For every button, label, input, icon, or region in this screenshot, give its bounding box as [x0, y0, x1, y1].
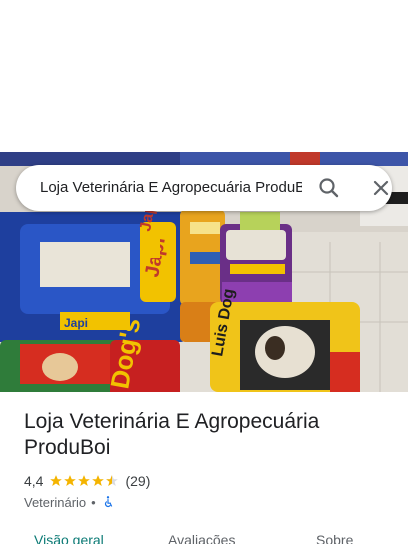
star-icon [92, 475, 105, 486]
rating-stars [49, 474, 119, 488]
review-count[interactable]: (29) [125, 473, 150, 489]
top-blank-area [0, 0, 408, 152]
separator-dot: • [91, 494, 96, 510]
category-row: Veterinário • [24, 493, 115, 511]
search-icon[interactable] [316, 176, 342, 200]
half-star-icon [106, 475, 119, 486]
place-category[interactable]: Veterinário [24, 495, 86, 510]
tab-reviews[interactable]: Avaliações [168, 532, 235, 544]
star-icon [50, 475, 63, 486]
wheelchair-accessible-icon [104, 496, 112, 508]
star-icon [64, 475, 77, 486]
place-tabs: Visão geral Avaliações Sobre [0, 530, 408, 544]
place-title: Loja Veterinária E Agropecuária ProduBoi [24, 410, 320, 459]
search-input[interactable]: Loja Veterinária E Agropecuária ProduBoi [40, 178, 302, 198]
rating-value: 4,4 [24, 473, 44, 489]
place-info-panel: Loja Veterinária E Agropecuária ProduBoi… [0, 392, 408, 544]
search-bar[interactable]: Loja Veterinária E Agropecuária ProduBoi [16, 165, 392, 211]
star-icon [78, 475, 91, 486]
bag-label-japi-2: Japi [64, 316, 88, 330]
close-icon[interactable] [368, 176, 394, 200]
rating-row[interactable]: 4,4 (29) [24, 472, 150, 490]
tab-overview[interactable]: Visão geral [34, 532, 104, 544]
tab-about[interactable]: Sobre [316, 532, 353, 544]
